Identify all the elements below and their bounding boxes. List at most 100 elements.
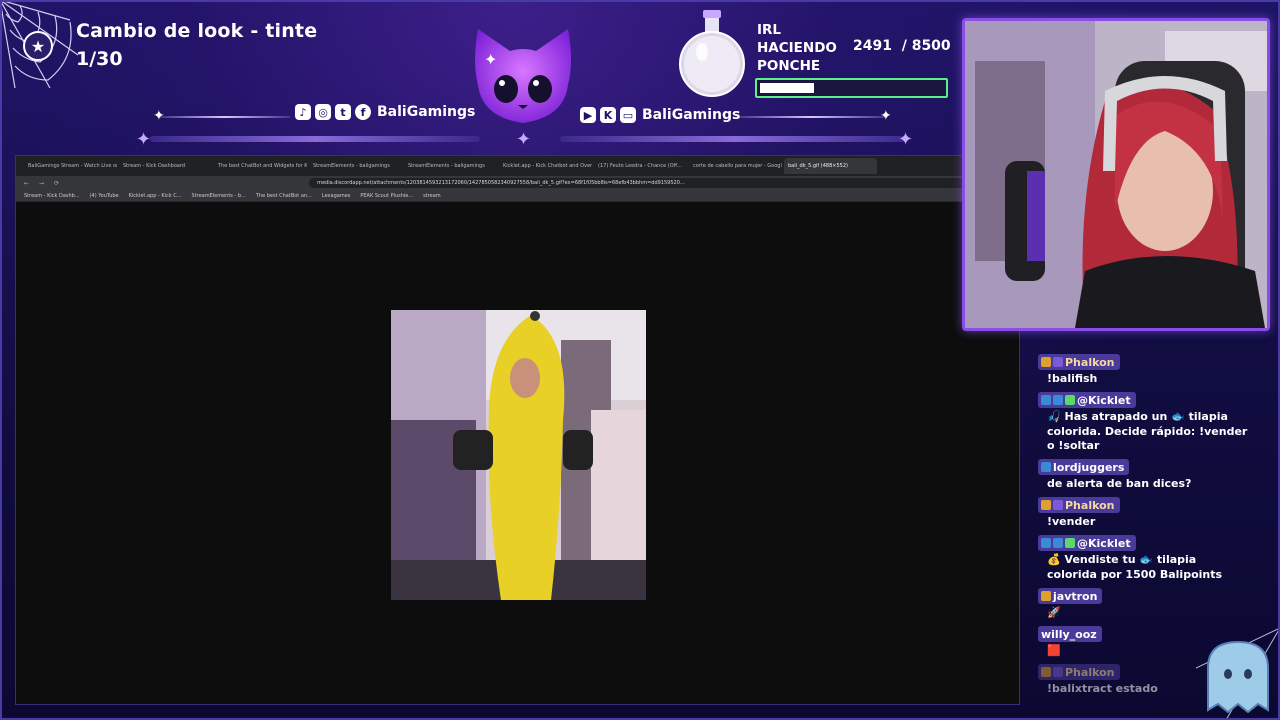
- browser-tab[interactable]: BaliGamings Stream - Watch Live on...: [24, 163, 117, 169]
- chat-badge-icon: [1065, 538, 1075, 548]
- chat-badge-icon: [1053, 538, 1063, 548]
- chat-badge-icon: [1041, 357, 1051, 367]
- banana-gif-image: [391, 310, 646, 600]
- browser-tab[interactable]: StreamElements - baligamings: [309, 163, 402, 169]
- potion-icon: [679, 10, 745, 97]
- chat-badge-icon: [1053, 667, 1063, 677]
- chat-text: !balifish: [1047, 372, 1098, 385]
- chat-username: Phalkon: [1065, 355, 1115, 369]
- divider-bar-left: [150, 136, 480, 142]
- irl-line3: PONCHE: [757, 58, 821, 74]
- bookmark-item[interactable]: Kicklet.app - Kick C...: [129, 193, 182, 199]
- facebook-icon[interactable]: f: [355, 104, 371, 120]
- browser-window: BaliGamings Stream - Watch Live on... Str…: [15, 155, 1020, 705]
- goal-title: Cambio de look - tinte: [76, 20, 318, 42]
- chat-text: de alerta de ban dices?: [1047, 477, 1192, 490]
- chat-message: Phalkon !balifish: [1038, 354, 1248, 387]
- chat-username-chip[interactable]: @Kicklet: [1038, 535, 1136, 551]
- divider-left: [160, 116, 290, 118]
- browser-tab[interactable]: (17) Feuto Leedra - Chance (Off...: [594, 163, 687, 169]
- chat-username-chip[interactable]: Phalkon: [1038, 497, 1120, 513]
- divider-right: [738, 116, 886, 118]
- chat-badge-icon: [1041, 667, 1051, 677]
- social-handle[interactable]: BaliGamings: [642, 107, 740, 123]
- chat-badge-icon: [1053, 357, 1063, 367]
- chat-badge-icon: [1053, 500, 1063, 510]
- bookmark-item[interactable]: StreamElements - b...: [192, 193, 246, 199]
- goal-count: 1/30: [76, 48, 123, 70]
- chat-username: lordjuggers: [1053, 460, 1125, 474]
- chat-text: 🚀: [1047, 606, 1061, 619]
- chat-username-chip[interactable]: Phalkon: [1038, 664, 1120, 680]
- chat-username-chip[interactable]: lordjuggers: [1038, 459, 1130, 475]
- social-handle[interactable]: BaliGamings: [377, 104, 475, 120]
- bookmarks-bar: Stream - Kick Dashb... (4) YouTube Kicklet…: [16, 190, 1019, 202]
- chat-message: @Kicklet 🎣 Has atrapado un 🐟 tilapia colo…: [1038, 392, 1248, 454]
- social-row-right: ▶ K ▭ BaliGamings: [580, 107, 740, 123]
- chat-username-chip[interactable]: willy_ooz: [1038, 626, 1102, 642]
- browser-tab[interactable]: Stream - Kick Dashboard: [119, 163, 212, 169]
- chat-username: javtron: [1053, 589, 1098, 603]
- bookmark-item[interactable]: (4) YouTube: [90, 193, 119, 199]
- social-row-left: ♪ ◎ t f BaliGamings: [295, 104, 475, 120]
- cat-logo-icon: ✦: [475, 29, 571, 123]
- sparkle-icon: ✦: [880, 108, 892, 124]
- chat-text: 💰 Vendiste tu 🐟 tilapia colorida por 150…: [1047, 553, 1223, 581]
- bookmark-item[interactable]: stream: [423, 193, 441, 199]
- browser-tab[interactable]: The best ChatBot and Widgets for K...: [214, 163, 307, 169]
- browser-tab[interactable]: corte de cabello para mujer - Googl...: [689, 163, 782, 169]
- chat-username: @Kicklet: [1077, 536, 1131, 550]
- chat-username: @Kicklet: [1077, 393, 1131, 407]
- tab-strip: BaliGamings Stream - Watch Live on... Str…: [16, 156, 1019, 176]
- chat-message: javtron 🚀: [1038, 588, 1248, 621]
- chat-text: !vender: [1047, 515, 1096, 528]
- ghost-mascot-icon: [1196, 628, 1280, 720]
- svg-text:★: ★: [31, 37, 45, 56]
- irl-line2: HACIENDO: [757, 40, 837, 56]
- back-icon[interactable]: ←: [24, 180, 29, 187]
- sparkle-icon: ✦: [153, 108, 165, 124]
- webcam-feed: [965, 21, 1267, 328]
- kick-icon[interactable]: K: [600, 107, 616, 123]
- spider-web-icon: ★: [0, 0, 78, 88]
- sparkle-icon: ✦: [136, 129, 152, 150]
- chat-badge-icon: [1041, 395, 1051, 405]
- chat-badge-icon: [1041, 500, 1051, 510]
- webcam-frame: [962, 18, 1270, 331]
- browser-tab[interactable]: bali_dk_5.gif (488×552): [784, 158, 877, 174]
- chat-username: Phalkon: [1065, 498, 1115, 512]
- chat-badge-icon: [1041, 591, 1051, 601]
- reload-icon[interactable]: ⟳: [54, 180, 59, 187]
- chat-text: 🎣 Has atrapado un 🐟 tilapia colorida. De…: [1047, 410, 1248, 452]
- chat-badge-icon: [1065, 395, 1075, 405]
- bookmark-item[interactable]: Stream - Kick Dashb...: [24, 193, 80, 199]
- browser-tab[interactable]: StreamElements - baligamings: [404, 163, 497, 169]
- irl-progress-fill: [760, 83, 814, 93]
- bookmark-item[interactable]: The best ChatBot an...: [256, 193, 312, 199]
- chat-badge-icon: [1053, 395, 1063, 405]
- chat-message: Phalkon !vender: [1038, 497, 1248, 530]
- bookmark-item[interactable]: Lexagames: [322, 193, 351, 199]
- chat-message: lordjuggers de alerta de ban dices?: [1038, 459, 1248, 492]
- browser-tab[interactable]: Kicklet.app - Kick Chatbot and Overl...: [499, 163, 592, 169]
- forward-icon[interactable]: →: [39, 180, 44, 187]
- address-bar[interactable]: media.discordapp.net/attachments/1203814…: [309, 178, 970, 188]
- chat-username: willy_ooz: [1041, 627, 1097, 641]
- instagram-icon[interactable]: ◎: [315, 104, 331, 120]
- youtube-icon[interactable]: ▶: [580, 107, 596, 123]
- irl-goal-label: IRL HACIENDO PONCHE: [757, 21, 837, 75]
- irl-progress-text: 2491 / 8500: [853, 38, 951, 54]
- chat-username-chip[interactable]: @Kicklet: [1038, 392, 1136, 408]
- irl-line1: IRL: [757, 22, 782, 38]
- sparkle-icon: ✦: [516, 129, 532, 150]
- sparkle-icon: ✦: [898, 129, 914, 150]
- chat-username-chip[interactable]: Phalkon: [1038, 354, 1120, 370]
- chat-badge-icon: [1041, 462, 1051, 472]
- twitter-icon[interactable]: t: [335, 104, 351, 120]
- chat-message: @Kicklet 💰 Vendiste tu 🐟 tilapia colorida…: [1038, 535, 1248, 582]
- svg-text:✦: ✦: [484, 50, 497, 69]
- chat-username-chip[interactable]: javtron: [1038, 588, 1103, 604]
- twitch-icon[interactable]: ▭: [620, 107, 636, 123]
- bookmark-item[interactable]: PEAK Scout Plushie...: [360, 193, 413, 199]
- tiktok-icon[interactable]: ♪: [295, 104, 311, 120]
